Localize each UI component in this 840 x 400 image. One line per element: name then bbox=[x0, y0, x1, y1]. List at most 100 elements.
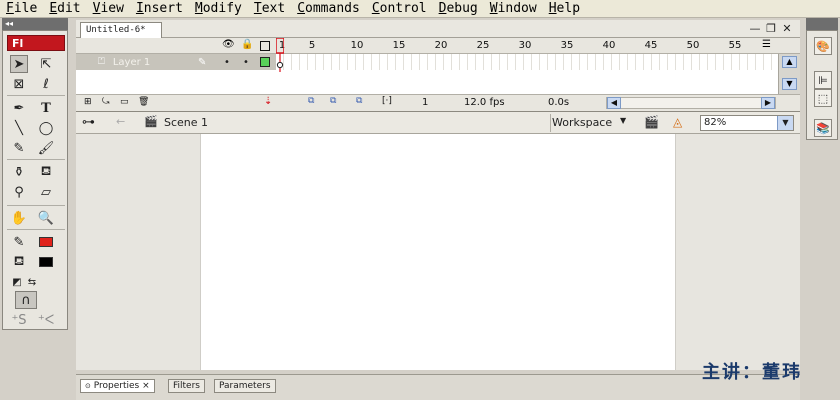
scroll-right-arrow-icon[interactable]: ▶ bbox=[761, 97, 775, 109]
brush-tool-icon[interactable]: 🖌 bbox=[37, 139, 55, 157]
menu-text[interactable]: Text bbox=[254, 1, 285, 16]
filters-tab-label: Filters bbox=[173, 381, 200, 391]
scroll-down-arrow-icon[interactable]: ▼ bbox=[782, 78, 797, 90]
fill-color-bucket-icon: ⛾ bbox=[13, 253, 25, 269]
hand-tool-icon[interactable]: ✋ bbox=[10, 209, 28, 227]
frame-number: 30 bbox=[518, 40, 532, 51]
stage-canvas[interactable] bbox=[200, 134, 676, 370]
insert-layer-icon[interactable]: ⊞ bbox=[84, 97, 92, 107]
frame-rate[interactable]: 12.0 fps bbox=[464, 97, 505, 108]
eyedropper-tool-icon[interactable]: ⚲ bbox=[10, 183, 28, 201]
onion-skin-outlines-icon[interactable]: ⧉ bbox=[330, 96, 336, 106]
snap-to-objects-icon[interactable]: ∩ bbox=[15, 291, 37, 309]
menu-insert[interactable]: Insert bbox=[136, 1, 183, 16]
workspace-menu[interactable]: Workspace bbox=[552, 116, 612, 129]
properties-tab[interactable]: ⊙ Properties × bbox=[80, 379, 155, 393]
timeline-options-icon[interactable]: ☰ bbox=[762, 39, 771, 50]
right-dock-collapse-bar[interactable] bbox=[806, 18, 838, 30]
library-panel-icon[interactable]: 📚 bbox=[814, 119, 832, 137]
outline-icon[interactable] bbox=[260, 41, 270, 51]
menu-window[interactable]: Window bbox=[490, 1, 537, 16]
tools-panel-collapse-bar[interactable]: ◂◂ bbox=[2, 18, 68, 30]
scene-icon: 🎬 bbox=[144, 115, 158, 128]
playhead[interactable] bbox=[276, 38, 284, 72]
menu-control-key: C bbox=[371, 1, 380, 16]
menu-help-key: H bbox=[548, 1, 557, 16]
menu-file[interactable]: File bbox=[6, 1, 37, 16]
pasteboard[interactable] bbox=[76, 134, 800, 370]
lock-icon[interactable]: 🔒 bbox=[241, 39, 253, 50]
pen-tool-icon[interactable]: ✒ bbox=[10, 99, 28, 117]
layer-lock-dot[interactable]: • bbox=[243, 57, 249, 68]
modify-onion-markers-icon[interactable]: [·] bbox=[382, 96, 392, 106]
menu-insert-label: nsert bbox=[143, 1, 183, 16]
add-motion-guide-icon[interactable]: ⤿ bbox=[102, 97, 110, 107]
parameters-tab[interactable]: Parameters bbox=[214, 379, 276, 393]
menu-modify[interactable]: Modify bbox=[195, 1, 242, 16]
close-icon[interactable]: ✕ bbox=[780, 22, 794, 35]
scene-label[interactable]: Scene 1 bbox=[164, 116, 208, 129]
close-properties-icon[interactable]: × bbox=[142, 381, 150, 391]
straighten-option-icon[interactable]: ⁺ᐸ bbox=[37, 311, 55, 329]
fill-color-swatch[interactable] bbox=[39, 257, 53, 267]
scroll-left-arrow-icon[interactable]: ◀ bbox=[607, 97, 621, 109]
subselection-tool-icon[interactable]: ⇱ bbox=[37, 55, 55, 73]
menu-commands-key: C bbox=[297, 1, 306, 16]
edit-symbols-icon[interactable]: ◬ bbox=[673, 115, 682, 129]
layer-visible-dot[interactable]: • bbox=[224, 57, 230, 68]
swap-colors-icon[interactable]: ⇆ bbox=[23, 273, 41, 291]
timeline-horizontal-scrollbar[interactable]: ◀ ▶ bbox=[606, 97, 776, 109]
document-tab[interactable]: Untitled-6* bbox=[80, 22, 162, 38]
menu-view[interactable]: View bbox=[93, 1, 124, 16]
filters-tab[interactable]: Filters bbox=[168, 379, 205, 393]
center-frame-icon[interactable]: ⇣ bbox=[264, 96, 272, 107]
edit-multiple-frames-icon[interactable]: ⧉ bbox=[356, 96, 362, 106]
workspace-dropdown-icon[interactable]: ▼ bbox=[620, 116, 626, 125]
menu-control[interactable]: Control bbox=[372, 1, 427, 16]
onion-skin-icon[interactable]: ⧉ bbox=[308, 96, 314, 106]
eraser-tool-icon[interactable]: ▱ bbox=[37, 183, 55, 201]
menu-commands[interactable]: Commands bbox=[297, 1, 360, 16]
text-tool-icon[interactable]: T bbox=[37, 99, 55, 117]
scroll-up-arrow-icon[interactable]: ▲ bbox=[782, 56, 797, 68]
timeline-toggle-icon[interactable]: ⊶ bbox=[82, 115, 95, 130]
edit-scene-icon[interactable]: 🎬 bbox=[644, 115, 659, 129]
layer-outline-color[interactable] bbox=[260, 57, 270, 67]
minimize-icon[interactable]: — bbox=[748, 22, 762, 35]
current-frame: 1 bbox=[422, 97, 429, 108]
editbar-divider bbox=[550, 114, 551, 132]
oval-tool-icon[interactable]: ◯ bbox=[37, 119, 55, 137]
line-tool-icon[interactable]: ╲ bbox=[10, 119, 28, 137]
menu-control-label: ontrol bbox=[379, 1, 427, 16]
timeline-vertical-scrollbar[interactable]: ▲ ▼ bbox=[778, 54, 800, 94]
menu-help[interactable]: Help bbox=[549, 1, 580, 16]
back-arrow-icon[interactable]: ← bbox=[116, 115, 125, 128]
selection-tool-icon[interactable]: ➤ bbox=[10, 55, 28, 73]
stroke-color-swatch[interactable] bbox=[39, 237, 53, 247]
properties-tab-label: Properties bbox=[93, 381, 140, 391]
ink-bottle-tool-icon[interactable]: ⚱ bbox=[10, 163, 28, 181]
menu-debug[interactable]: Debug bbox=[439, 1, 478, 16]
timeline-panel: 👁 🔒 1 5 10 15 20 25 30 35 40 45 50 55 ☰ … bbox=[76, 38, 800, 112]
color-mixer-icon[interactable]: 🎨 bbox=[814, 37, 832, 55]
transform-panel-icon[interactable]: ⬚ bbox=[814, 89, 832, 107]
zoom-tool-icon[interactable]: 🔍 bbox=[37, 209, 55, 227]
insert-folder-icon[interactable]: ▭ bbox=[120, 97, 129, 107]
paint-bucket-tool-icon[interactable]: ⛾ bbox=[37, 163, 55, 181]
layer-row[interactable]: ⏍ Layer 1 ✎ • • bbox=[76, 54, 276, 70]
pencil-tool-icon[interactable]: ✎ bbox=[10, 139, 28, 157]
lasso-tool-icon[interactable]: ℓ bbox=[37, 75, 55, 93]
smooth-option-icon[interactable]: ⁺S bbox=[10, 311, 28, 329]
menu-edit[interactable]: Edit bbox=[49, 1, 80, 16]
align-panel-icon[interactable]: ⊫ bbox=[814, 71, 832, 89]
tools-divider bbox=[7, 159, 65, 160]
frame-number: 5 bbox=[308, 40, 316, 51]
show-hide-eye-icon[interactable]: 👁 bbox=[222, 39, 235, 50]
zoom-dropdown-icon[interactable]: ▼ bbox=[777, 116, 793, 130]
zoom-select[interactable]: 82% ▼ bbox=[700, 115, 794, 131]
delete-layer-icon[interactable]: 🗑 bbox=[138, 97, 149, 107]
layer-name[interactable]: Layer 1 bbox=[113, 57, 150, 68]
frames-row[interactable] bbox=[276, 54, 778, 70]
free-transform-tool-icon[interactable]: ⊠ bbox=[10, 75, 28, 93]
restore-icon[interactable]: ❐ bbox=[764, 22, 778, 35]
